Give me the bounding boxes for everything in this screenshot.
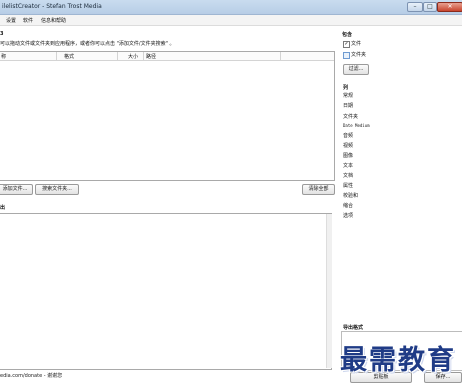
column-item-date-medium[interactable]: Date Medium [343, 123, 370, 128]
output-textarea[interactable] [0, 213, 332, 370]
column-item-general[interactable]: 常规 [343, 92, 353, 99]
column-item-video[interactable]: 视频 [343, 142, 353, 149]
column-item-folder[interactable]: 文件夹 [343, 113, 358, 120]
column-divider[interactable] [56, 52, 57, 60]
watermark-logo: 最需教育 [340, 345, 456, 376]
column-item-document[interactable]: 文档 [343, 172, 353, 179]
column-item-image[interactable]: 图像 [343, 152, 353, 159]
export-format-title: 导出格式 [343, 325, 364, 331]
file-list[interactable]: 称 格式 大小 路径 [0, 51, 335, 181]
output-label: 出 [0, 205, 6, 211]
file-list-header: 称 格式 大小 路径 [0, 52, 334, 61]
column-item-audio[interactable]: 音频 [343, 132, 353, 139]
column-header-format[interactable]: 格式 [64, 53, 74, 60]
minimize-button[interactable]: – [407, 2, 423, 12]
column-item-attributes[interactable]: 属性 [343, 182, 353, 189]
include-files-label: 文件 [351, 41, 362, 47]
menu-software[interactable]: 软件 [23, 17, 33, 24]
filter-button[interactable]: 过滤... [343, 64, 369, 75]
column-item-indent[interactable]: 缩合 [343, 202, 353, 209]
columns-title: 列 [343, 85, 349, 91]
window-title: ilelistCreator - Stefan Trost Media [2, 3, 102, 10]
include-folders-label: 文件夹 [351, 52, 367, 58]
column-divider[interactable] [117, 52, 118, 60]
checkmark-icon: ✓ [343, 41, 350, 48]
drag-hint-text: 可以拖动文件或文件夹到应用程序，或者你可以点击 "添加文件/文件夹搜索" 。 [0, 41, 175, 47]
close-button[interactable]: ✕ [437, 2, 462, 12]
checkbox-icon [343, 52, 350, 59]
files-section-label: 3 [0, 31, 4, 37]
column-item-text[interactable]: 文本 [343, 162, 353, 169]
menu-settings[interactable]: 设置 [6, 17, 16, 24]
column-header-name[interactable]: 称 [1, 53, 6, 60]
clear-all-button[interactable]: 清除全部 [302, 184, 335, 195]
column-header-path[interactable]: 路径 [146, 53, 156, 60]
search-folder-button[interactable]: 搜索文件夹... [35, 184, 79, 195]
column-divider[interactable] [280, 52, 281, 60]
menu-info-help[interactable]: 信息和帮助 [41, 17, 66, 24]
menu-bar: 设置 软件 信息和帮助 [0, 15, 462, 26]
add-files-button[interactable]: 添加文件... [0, 184, 33, 195]
title-bar: ilelistCreator - Stefan Trost Media – □ … [0, 0, 462, 15]
column-item-options[interactable]: 选项 [343, 212, 353, 219]
output-scrollbar[interactable] [326, 214, 332, 368]
column-item-date[interactable]: 日期 [343, 102, 353, 109]
column-divider[interactable] [143, 52, 144, 60]
include-title: 包含 [342, 32, 353, 38]
maximize-button[interactable]: □ [423, 2, 437, 12]
column-header-size[interactable]: 大小 [128, 53, 138, 60]
column-item-checksum[interactable]: 校验和 [343, 192, 358, 199]
status-bar-text[interactable]: edia.com/donate - 谢谢您 [0, 372, 62, 379]
